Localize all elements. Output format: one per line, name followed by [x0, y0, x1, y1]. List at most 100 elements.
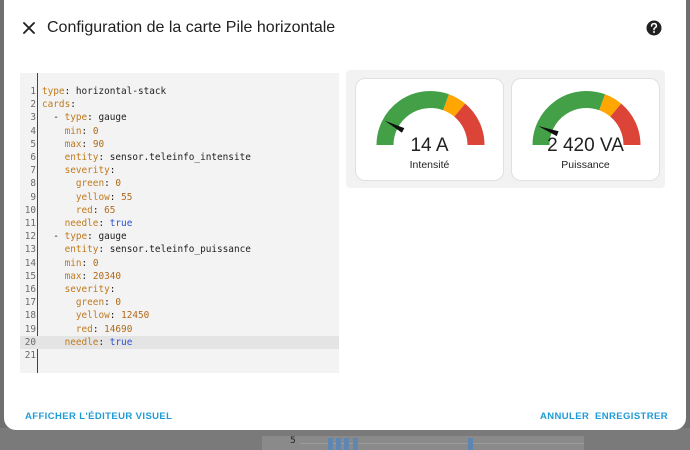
yaml-key: green — [75, 178, 105, 190]
close-icon[interactable] — [18, 17, 40, 39]
yaml-code-editor[interactable]: 1 type: horizontal-stack 2 cards: 3 - type: … — [20, 73, 339, 373]
code-text: - type: gauge — [42, 112, 127, 124]
gauge-card[interactable]: 2 420 VA Puissance — [511, 78, 660, 181]
yaml-value: gauge — [98, 231, 127, 243]
yaml-key: type — [64, 231, 88, 243]
yaml-value: true — [109, 336, 133, 348]
line-number: 1 — [30, 86, 36, 97]
code-line[interactable]: 11 needle: true — [20, 217, 339, 230]
line-number: 16 — [24, 284, 36, 295]
code-line[interactable]: 20 needle: true — [20, 335, 339, 349]
code-text: yellow: 12450 — [42, 309, 149, 322]
code-text: needle: true — [42, 336, 133, 349]
yaml-value: 14690 — [104, 323, 133, 335]
line-number: 17 — [24, 297, 36, 309]
background-chart-gridline — [300, 443, 584, 444]
cancel-button[interactable]: ANNULER — [540, 411, 589, 422]
line-number: 18 — [24, 310, 36, 322]
line-number: 4 — [30, 125, 36, 137]
code-text: needle: true — [42, 217, 133, 230]
code-line[interactable]: 1 type: horizontal-stack — [20, 85, 339, 98]
yaml-value: 0 — [115, 297, 122, 309]
code-text: yellow: 55 — [42, 191, 132, 204]
background-chart: 5 — [262, 436, 584, 450]
line-number: 3 — [30, 112, 36, 124]
code-line[interactable]: 6 entity: sensor.teleinfo_intensite — [20, 151, 339, 164]
code-line[interactable]: 21 — [20, 349, 339, 362]
yaml-value: 90 — [92, 138, 105, 150]
code-line[interactable]: 13 entity: sensor.teleinfo_puissance — [20, 243, 339, 256]
yaml-key: type — [64, 112, 88, 124]
gauge-card[interactable]: 14 A Intensité — [355, 78, 504, 181]
yaml-key: entity — [64, 152, 99, 163]
line-number: 21 — [24, 350, 36, 361]
show-visual-editor-button[interactable]: AFFICHER L'ÉDITEUR VISUEL — [25, 411, 172, 422]
card-config-dialog: Configuration de la carte Pile horizonta… — [4, 0, 686, 430]
yaml-key: severity — [64, 165, 110, 177]
code-text: red: 65 — [42, 204, 116, 217]
yaml-value: gauge — [98, 112, 127, 124]
save-button[interactable]: ENREGISTRER — [595, 411, 668, 422]
yaml-key: red — [75, 204, 93, 216]
code-text: severity: — [42, 283, 116, 296]
code-line[interactable]: 15 max: 20340 — [20, 270, 339, 283]
yaml-key: cards — [42, 99, 71, 111]
background-chart-bar — [336, 438, 341, 450]
gauge-value: 2 420 VA — [547, 135, 624, 156]
code-line[interactable]: 14 min: 0 — [20, 257, 339, 270]
code-line[interactable]: 19 red: 14690 — [20, 323, 339, 336]
code-text: green: 0 — [42, 296, 121, 309]
gauge-name: Intensité — [409, 159, 450, 171]
card-preview: 14 A Intensité 2 420 VA Puissance — [346, 70, 665, 188]
line-number: 9 — [30, 191, 36, 203]
gauge-value: 14 A — [410, 135, 449, 156]
code-text: red: 14690 — [42, 323, 132, 336]
line-number: 11 — [24, 218, 36, 229]
code-line[interactable]: 5 max: 90 — [20, 138, 339, 151]
dialog-header: Configuration de la carte Pile horizonta… — [4, 0, 686, 58]
background-chart-bar — [344, 438, 349, 450]
line-number: 13 — [24, 244, 36, 256]
code-line[interactable]: 2 cards: — [20, 98, 339, 111]
code-line[interactable]: 18 yellow: 12450 — [20, 309, 339, 322]
code-line[interactable]: 12 - type: gauge — [20, 230, 339, 243]
yaml-value: 0 — [92, 125, 99, 137]
code-line[interactable]: 4 min: 0 — [20, 125, 339, 138]
code-line[interactable]: 8 green: 0 — [20, 177, 339, 190]
code-indent: - — [42, 112, 65, 124]
gauge-yellow-segment — [442, 94, 466, 117]
yaml-value: 20340 — [92, 270, 122, 282]
code-line[interactable]: 10 red: 65 — [20, 204, 339, 217]
yaml-key: needle — [64, 336, 99, 348]
code-line[interactable]: 9 yellow: 55 — [20, 191, 339, 204]
code-text: min: 0 — [42, 257, 99, 270]
yaml-value: 65 — [104, 204, 116, 216]
help-circle-icon[interactable] — [645, 19, 663, 37]
code-line[interactable]: 7 severity: — [20, 164, 339, 177]
yaml-value: 12450 — [121, 310, 150, 322]
line-number: 2 — [30, 99, 36, 111]
gauge-yellow-segment — [598, 94, 622, 117]
code-line[interactable]: 16 severity: — [20, 283, 339, 296]
code-line[interactable]: 3 - type: gauge — [20, 111, 339, 124]
code-text: severity: — [42, 164, 116, 177]
yaml-key: needle — [64, 218, 99, 229]
yaml-key: green — [75, 297, 105, 309]
yaml-value: 0 — [92, 257, 99, 269]
yaml-key: max — [64, 270, 82, 282]
yaml-key: red — [75, 323, 93, 335]
code-line[interactable]: 17 green: 0 — [20, 296, 339, 309]
